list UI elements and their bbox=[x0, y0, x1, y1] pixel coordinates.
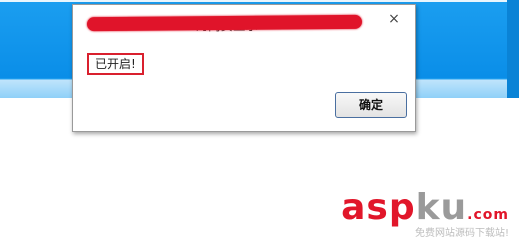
watermark: aspku.com 免费网站源码下载站! bbox=[341, 187, 509, 239]
close-icon[interactable]: × bbox=[387, 12, 401, 26]
watermark-brand-gray: ku bbox=[415, 187, 468, 228]
redaction-mark bbox=[86, 14, 363, 32]
header-top-edge bbox=[0, 0, 519, 2]
watermark-brand-red: asp bbox=[341, 187, 416, 228]
header-right-bar bbox=[507, 0, 519, 98]
watermark-logo: aspku.com bbox=[341, 187, 509, 228]
dialog-message: 已开启! bbox=[87, 53, 144, 75]
alert-dialog: 000.000.000.10 的网页显示 × 已开启! 确定 bbox=[72, 4, 416, 132]
ok-button[interactable]: 确定 bbox=[335, 92, 407, 118]
watermark-suffix: .com bbox=[467, 207, 509, 223]
dialog-title-row: 000.000.000.10 的网页显示 × bbox=[73, 5, 415, 41]
